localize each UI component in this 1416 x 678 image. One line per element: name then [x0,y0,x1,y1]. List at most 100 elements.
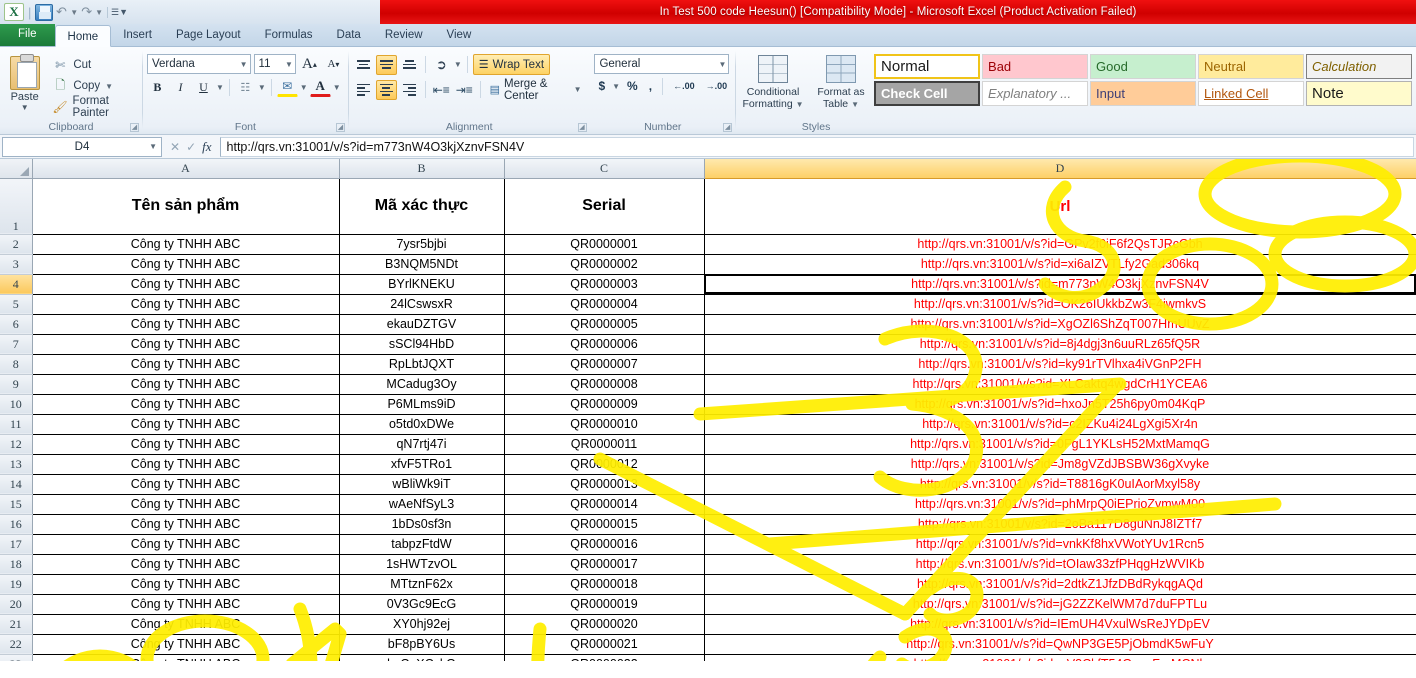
align-left-icon[interactable] [353,80,374,100]
cell-c22[interactable]: QR0000021 [504,634,704,654]
align-bottom-icon[interactable] [399,55,420,75]
row-header-18[interactable]: 18 [0,554,32,574]
fill-color-dropdown-icon[interactable]: ▼ [300,83,308,92]
cell-d12[interactable]: http://qrs.vn:31001/v/s?id=0FgL1YKLsH52M… [704,434,1416,454]
alignment-dialog-launcher[interactable]: ◢ [578,123,587,132]
row-header-15[interactable]: 15 [0,494,32,514]
cell-a17[interactable]: Công ty TNHH ABC [32,534,339,554]
redo-icon[interactable]: ↷ [80,4,93,20]
cell-d10[interactable]: http://qrs.vn:31001/v/s?id=hxoJn5T25h6py… [704,394,1416,414]
spreadsheet-grid[interactable]: A B C D 1 Tên sản phẩm Mã xác thực Seria… [0,159,1416,661]
table-row[interactable]: 16Công ty TNHH ABC1bDs0sf3nQR0000015http… [0,514,1416,534]
cell-b6[interactable]: ekauDZTGV [339,314,504,334]
style-input[interactable]: Input [1090,81,1196,106]
cell-b2[interactable]: 7ysr5bjbi [339,234,504,254]
quick-access-toolbar[interactable]: X | ↷ ▼ ↷ ▼ ☰▼ [0,3,131,21]
cell-c2[interactable]: QR0000001 [504,234,704,254]
table-row[interactable]: 4Công ty TNHH ABCBYrlKNEKUQR0000003http:… [0,274,1416,294]
cell-b14[interactable]: wBliWk9iT [339,474,504,494]
style-neutral[interactable]: Neutral [1198,54,1304,79]
cell-c5[interactable]: QR0000004 [504,294,704,314]
cell-a1[interactable]: Tên sản phẩm [32,178,339,234]
decrease-decimal-icon[interactable]: →.00 [702,79,732,93]
cell-c10[interactable]: QR0000009 [504,394,704,414]
table-row[interactable]: 19Công ty TNHH ABCMTtznF62xQR0000018http… [0,574,1416,594]
cell-c20[interactable]: QR0000019 [504,594,704,614]
column-header-c[interactable]: C [504,159,704,178]
italic-button[interactable]: I [170,77,191,97]
shrink-font-button[interactable]: A▾ [323,54,344,74]
redo-dropdown-icon[interactable]: ▼ [95,8,103,17]
table-row[interactable]: 21Công ty TNHH ABCXY0hj92ejQR0000020http… [0,614,1416,634]
underline-dropdown-icon[interactable]: ▼ [216,83,224,92]
font-name-combo[interactable]: Verdana ▼ [147,54,251,74]
align-center-icon[interactable] [376,80,397,100]
decrease-indent-icon[interactable]: ⇤≡ [431,80,452,100]
cell-d4[interactable]: http://qrs.vn:31001/v/s?id=m773nW4O3kjXz… [704,274,1416,294]
table-row[interactable]: 6Công ty TNHH ABCekauDZTGVQR0000005http:… [0,314,1416,334]
formula-input[interactable]: http://qrs.vn:31001/v/s?id=m773nW4O3kjXz… [220,137,1414,157]
row-header-4[interactable]: 4 [0,274,32,294]
cell-d21[interactable]: http://qrs.vn:31001/v/s?id=IEmUH4VxulWsR… [704,614,1416,634]
table-row[interactable]: 3Công ty TNHH ABCB3NQM5NDtQR0000002http:… [0,254,1416,274]
cell-c12[interactable]: QR0000011 [504,434,704,454]
fill-color-icon[interactable]: ✉ [277,77,298,97]
row-header-1[interactable]: 1 [0,178,32,234]
copy-button[interactable]: 🗋 Copy ▼ [49,77,138,95]
cell-a19[interactable]: Công ty TNHH ABC [32,574,339,594]
percent-icon[interactable]: % [623,77,642,95]
tab-page-layout[interactable]: Page Layout [164,24,253,46]
row-header-13[interactable]: 13 [0,454,32,474]
table-row[interactable]: 5Công ty TNHH ABC24lCswsxRQR0000004http:… [0,294,1416,314]
chevron-down-icon[interactable]: ▼ [796,100,804,109]
cell-c4[interactable]: QR0000003 [504,274,704,294]
cell-d3[interactable]: http://qrs.vn:31001/v/s?id=xi6aIZVTLfy2G… [704,254,1416,274]
cell-b3[interactable]: B3NQM5NDt [339,254,504,274]
undo-dropdown-icon[interactable]: ▼ [70,8,78,17]
table-row[interactable]: 14Công ty TNHH ABCwBliWk9iTQR0000013http… [0,474,1416,494]
column-header-b[interactable]: B [339,159,504,178]
row-header-16[interactable]: 16 [0,514,32,534]
cell-d18[interactable]: http://qrs.vn:31001/v/s?id=tOIaw33zfPHqg… [704,554,1416,574]
cell-b17[interactable]: tabpzFtdW [339,534,504,554]
font-color-dropdown-icon[interactable]: ▼ [333,83,341,92]
cell-c6[interactable]: QR0000005 [504,314,704,334]
number-format-combo[interactable]: General ▼ [594,54,729,74]
tab-view[interactable]: View [435,24,484,46]
cell-d9[interactable]: http://qrs.vn:31001/v/s?id=XLCaktq4wgdCr… [704,374,1416,394]
cell-d20[interactable]: http://qrs.vn:31001/v/s?id=jG2ZZKelWM7d7… [704,594,1416,614]
merge-center-button[interactable]: ▤ Merge & Center ▼ [486,79,586,100]
cell-d2[interactable]: http://qrs.vn:31001/v/s?id=GPv2f0iF6f2Qs… [704,234,1416,254]
cell-c16[interactable]: QR0000015 [504,514,704,534]
row-header-8[interactable]: 8 [0,354,32,374]
conditional-formatting-button[interactable]: Conditional Formatting ▼ [740,53,806,111]
cell-c19[interactable]: QR0000018 [504,574,704,594]
cell-c14[interactable]: QR0000013 [504,474,704,494]
table-row[interactable]: 8Công ty TNHH ABCRpLbtJQXTQR0000007http:… [0,354,1416,374]
cell-d7[interactable]: http://qrs.vn:31001/v/s?id=8j4dgj3n6uuRL… [704,334,1416,354]
cell-b21[interactable]: XY0hj92ej [339,614,504,634]
orientation-icon[interactable]: ➲ [431,55,452,75]
chevron-down-icon[interactable]: ▼ [851,100,859,109]
row-header-11[interactable]: 11 [0,414,32,434]
cell-d19[interactable]: http://qrs.vn:31001/v/s?id=2dtkZ1JfzDBdR… [704,574,1416,594]
cell-b4[interactable]: BYrlKNEKU [339,274,504,294]
style-calculation[interactable]: Calculation [1306,54,1412,79]
font-color-icon[interactable]: A [310,77,331,97]
row-header-3[interactable]: 3 [0,254,32,274]
cell-c9[interactable]: QR0000008 [504,374,704,394]
tab-review[interactable]: Review [373,24,435,46]
cell-b19[interactable]: MTtznF62x [339,574,504,594]
cell-a22[interactable]: Công ty TNHH ABC [32,634,339,654]
cell-d5[interactable]: http://qrs.vn:31001/v/s?id=OK26IUkkbZw3F… [704,294,1416,314]
cell-b22[interactable]: bF8pBY6Us [339,634,504,654]
currency-icon[interactable]: $ [594,77,609,95]
table-row[interactable]: 2Công ty TNHH ABC7ysr5bjbiQR0000001http:… [0,234,1416,254]
select-all-corner[interactable] [0,159,32,178]
cell-d13[interactable]: http://qrs.vn:31001/v/s?id=Jm8gVZdJBSBW3… [704,454,1416,474]
cut-button[interactable]: ✄ Cut [49,56,138,74]
cell-b20[interactable]: 0V3Gc9EcG [339,594,504,614]
cell-a6[interactable]: Công ty TNHH ABC [32,314,339,334]
cell-c13[interactable]: QR0000012 [504,454,704,474]
align-top-icon[interactable] [353,55,374,75]
